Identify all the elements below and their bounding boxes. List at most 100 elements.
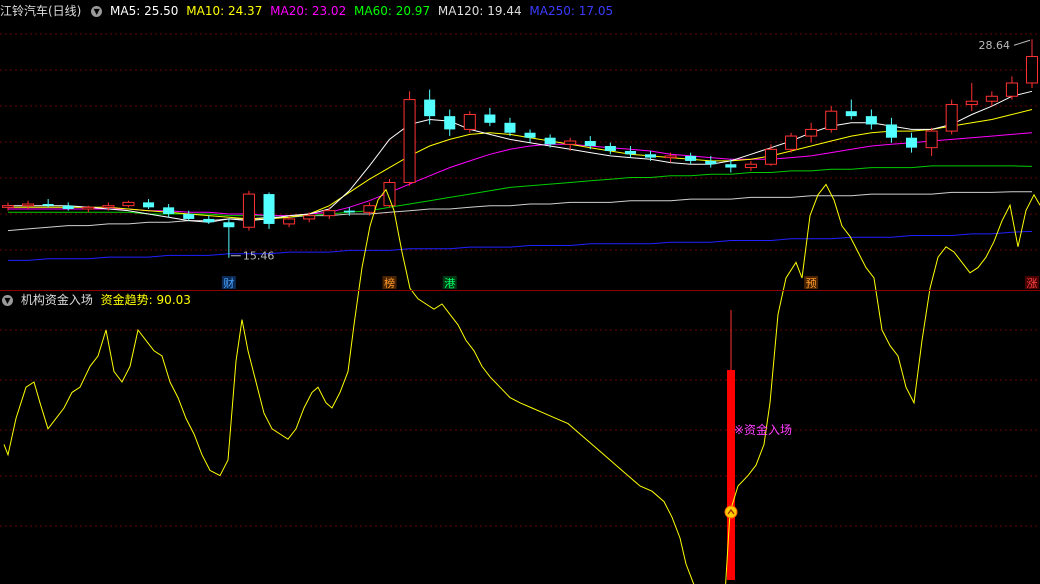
ma10-label: MA10: 24.37 <box>186 4 263 18</box>
stock-title[interactable]: 江铃汽车(日线) <box>0 4 81 18</box>
candle-body <box>403 99 416 183</box>
candle-body <box>584 141 596 146</box>
candle-body <box>42 204 54 206</box>
candle <box>484 107 496 127</box>
candle-body <box>424 99 436 117</box>
ma5-line <box>8 90 1033 223</box>
ma120-line <box>7 191 1032 232</box>
candle-body <box>203 218 215 223</box>
candle <box>163 204 175 218</box>
candle-body <box>82 206 95 210</box>
ma10-line <box>8 109 1033 220</box>
candle-body <box>323 210 336 217</box>
candle-body <box>906 137 918 148</box>
candle <box>263 192 275 229</box>
candle-body <box>303 215 316 220</box>
candle-body <box>825 110 838 130</box>
candle-body <box>965 100 978 106</box>
candle <box>504 117 516 137</box>
candle-body <box>1 205 15 208</box>
candle-body <box>785 135 798 150</box>
candle-body <box>484 114 496 123</box>
event-marker-text: 港 <box>444 277 455 290</box>
candle <box>764 144 778 166</box>
candle-body <box>463 114 476 130</box>
candle <box>865 109 877 130</box>
candle-body <box>242 193 255 228</box>
candle-body <box>945 104 958 132</box>
candle <box>203 215 215 224</box>
candle <box>383 179 396 208</box>
candle <box>1005 76 1018 100</box>
price-chart-header: 江铃汽车(日线) ▼ MA5: 25.50 MA10: 24.37 MA20: … <box>0 2 617 20</box>
event-marker-text: 财 <box>223 276 234 290</box>
ma250-line <box>8 230 1033 261</box>
candle <box>885 117 897 143</box>
candle <box>785 132 798 153</box>
ma120-label: MA120: 19.44 <box>437 4 522 18</box>
candle-body <box>263 194 275 224</box>
event-marker: 预 <box>804 276 819 290</box>
candle-body <box>624 150 636 155</box>
event-marker: 榜 <box>382 276 397 290</box>
ma60-label: MA60: 20.97 <box>354 4 431 18</box>
candle-body <box>143 202 155 208</box>
event-marker-text: 榜 <box>384 276 395 290</box>
candle <box>122 200 135 208</box>
trend-value: 90.03 <box>156 293 191 307</box>
candle <box>463 111 476 133</box>
candle <box>143 199 155 209</box>
candle <box>825 106 838 133</box>
candle <box>685 152 697 165</box>
event-marker: 港 <box>442 276 457 290</box>
candle-body <box>122 201 135 207</box>
trend-line <box>3 183 1040 584</box>
candle-body <box>544 137 556 145</box>
indicator-title[interactable]: 机构资金入场 <box>21 293 93 307</box>
candle-body <box>223 222 235 228</box>
candle-body <box>163 207 175 214</box>
candle-body <box>604 146 616 151</box>
candle <box>323 207 336 219</box>
candle <box>1025 39 1039 88</box>
candle-body <box>744 163 757 169</box>
candle-body <box>845 111 857 117</box>
candle <box>945 99 958 135</box>
candle-body <box>524 132 536 138</box>
collapse-icon[interactable]: ▼ <box>91 6 103 17</box>
event-marker-text: 预 <box>806 277 817 290</box>
candle <box>965 83 978 112</box>
candle-body <box>22 203 35 207</box>
candle-body <box>283 218 296 225</box>
candle-body <box>343 210 355 213</box>
candle <box>805 122 818 143</box>
collapse-icon[interactable]: ▼ <box>2 295 13 306</box>
ma5-label: MA5: 25.50 <box>110 4 179 18</box>
candle-body <box>865 116 877 125</box>
candle <box>524 129 536 143</box>
candle-body <box>444 116 456 130</box>
candle-body <box>985 95 998 102</box>
low-price-label: 15.46 <box>243 250 274 263</box>
candle-body <box>705 160 717 165</box>
candle <box>223 218 235 258</box>
ma20-line <box>8 132 1033 217</box>
candle <box>925 127 938 156</box>
candle <box>906 132 918 153</box>
candle <box>624 146 636 158</box>
trend-label: 资金趋势: <box>100 293 153 307</box>
candle-body <box>1005 82 1018 97</box>
ma60-line <box>8 165 1033 217</box>
candle-body <box>564 140 577 145</box>
event-marker: 涨 <box>1025 276 1039 290</box>
candle-body <box>685 155 697 161</box>
candle-body <box>925 130 938 149</box>
candle-body <box>885 124 897 138</box>
signal-text: ※资金入场 <box>734 422 792 437</box>
candle <box>424 89 436 125</box>
candle <box>604 142 616 155</box>
candle-body <box>644 154 657 158</box>
ma250-label: MA250: 17.05 <box>529 4 614 18</box>
ma20-label: MA20: 23.02 <box>270 4 347 18</box>
candle-body <box>183 213 195 219</box>
